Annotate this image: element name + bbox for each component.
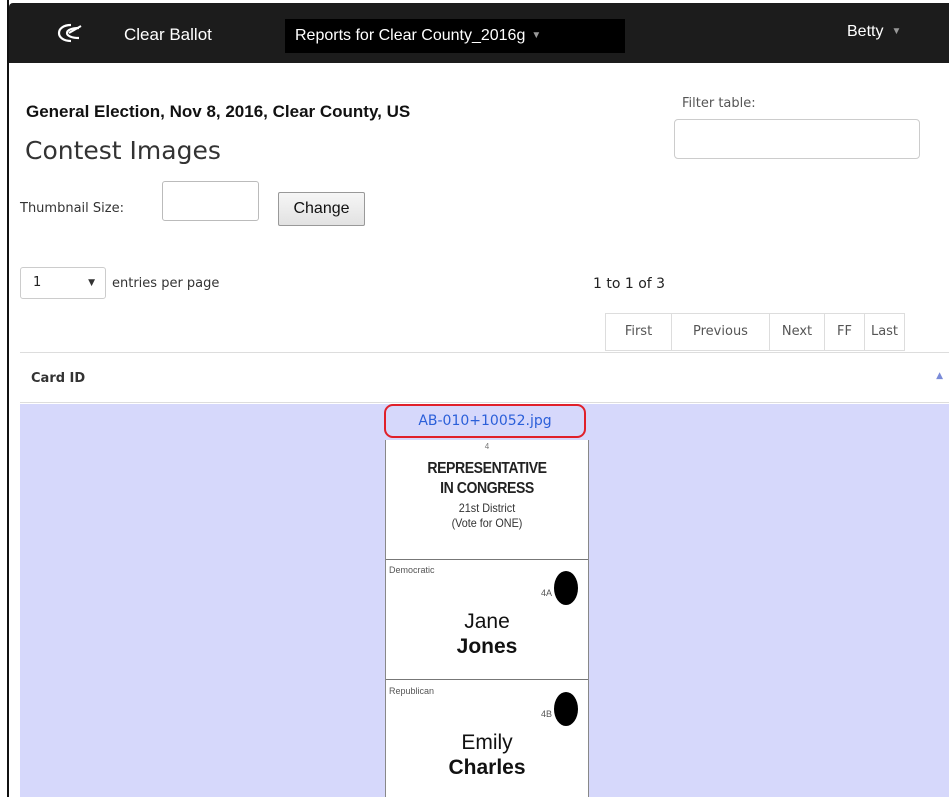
pagination: First Previous Next FF Last [605,313,905,351]
candidate-option: Republican 4B Emily Charles [386,683,588,797]
election-title: General Election, Nov 8, 2016, Clear Cou… [26,102,411,121]
change-button[interactable]: Change [278,192,365,226]
sort-asc-icon: ▲ [936,371,943,381]
thumbnail-size-label: Thumbnail Size: [20,201,124,216]
candidate-first-name: Emily [461,731,513,754]
user-name: Betty [847,23,884,40]
candidate-code: 4A [541,588,553,598]
table-header-card-id[interactable]: Card ID ▲ [20,353,949,403]
user-dropdown[interactable]: Betty ▼ [847,23,901,41]
pagination-next-button[interactable]: Next [770,314,825,350]
app-frame: Clear Ballot Reports for Clear County_20… [7,0,949,797]
select-arrow-icon: ▼ [88,278,95,288]
column-header-label: Card ID [31,371,86,386]
contest-number: 4 [484,442,490,451]
navbar: Clear Ballot Reports for Clear County_20… [9,3,949,63]
filled-oval-icon [554,571,578,605]
table-row: AB-010+10052.jpg 4 REPRESENTATIVE IN CON… [20,404,949,797]
filter-input[interactable] [674,119,920,159]
candidate-last-name: Charles [448,756,526,779]
contest-images-table: Card ID ▲ AB-010+10052.jpg 4 REPRESENTAT… [20,352,949,797]
candidate-option: Democratic 4A Jane Jones [386,562,588,680]
entries-per-page-select[interactable]: 1 ▼ [20,267,106,299]
page-title: Contest Images [25,136,221,165]
filter-label: Filter table: [682,96,756,111]
brand-name[interactable]: Clear Ballot [124,25,212,45]
contest-instruction: (Vote for ONE) [451,516,523,530]
candidate-first-name: Jane [464,610,510,633]
thumbnail-size-input[interactable] [162,181,259,221]
clear-ballot-logo-icon[interactable] [57,23,83,43]
caret-down-icon: ▼ [891,26,902,38]
pagination-last-button[interactable]: Last [865,314,905,350]
filled-oval-icon [554,692,578,726]
candidate-code: 4B [541,709,553,719]
pagination-previous-button[interactable]: Previous [672,314,770,350]
contest-title-line1: REPRESENTATIVE [427,460,547,477]
pagination-range: 1 to 1 of 3 [593,276,666,292]
pagination-first-button[interactable]: First [606,314,672,350]
entries-selected-value: 1 [33,275,42,290]
candidate-party: Democratic [389,565,435,575]
candidate-last-name: Jones [456,635,518,658]
caret-down-icon: ▼ [531,30,542,41]
card-image-link[interactable]: AB-010+10052.jpg [384,404,586,438]
ballot-contest-header: 4 REPRESENTATIVE IN CONGRESS 21st Distri… [386,440,588,560]
reports-dropdown-label: Reports for Clear County_2016g [295,27,526,45]
candidate-party: Republican [389,686,435,696]
reports-dropdown[interactable]: Reports for Clear County_2016g ▼ [285,19,625,53]
pagination-ff-button[interactable]: FF [825,314,865,350]
contest-district: 21st District [458,501,516,515]
contest-title-line2: IN CONGRESS [440,480,534,497]
entries-per-page-label: entries per page [112,276,220,291]
ballot-contest-image[interactable]: 4 REPRESENTATIVE IN CONGRESS 21st Distri… [385,440,589,797]
